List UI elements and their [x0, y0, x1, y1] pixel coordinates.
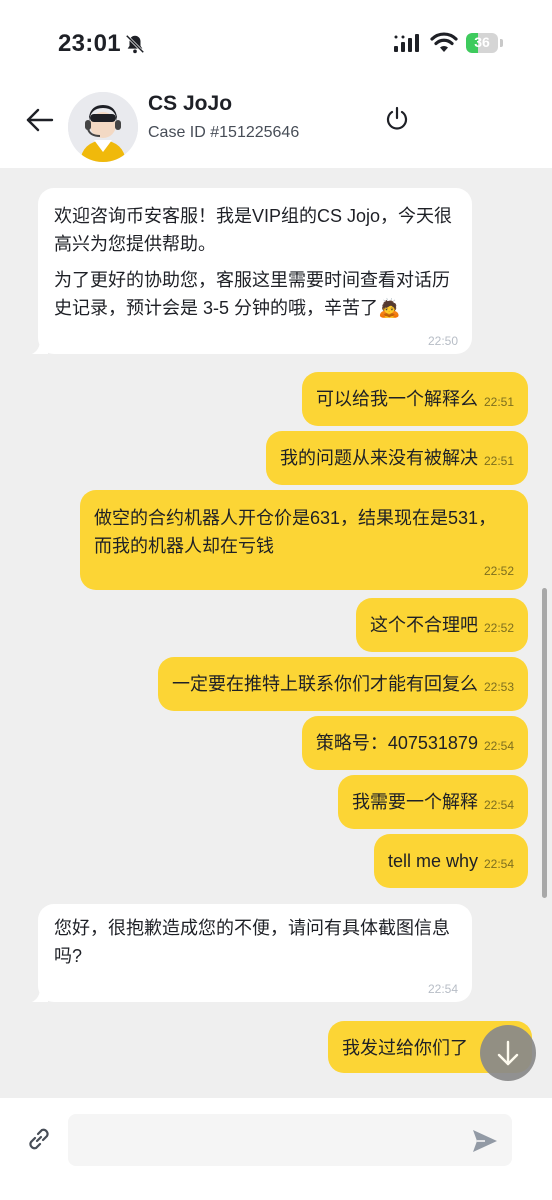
message-outgoing: 我需要一个解释 22:54 — [337, 775, 528, 829]
headset-agent-icon — [68, 92, 138, 162]
agent-name: CS JoJo — [148, 92, 233, 115]
bell-slash-icon — [125, 34, 145, 54]
message-time: 22:53 — [483, 680, 514, 694]
message-time: 22:54 — [427, 982, 458, 996]
message-text: 我发过给你们了 — [342, 1038, 468, 1058]
end-chat-button[interactable] — [380, 102, 414, 136]
message-text: 欢迎咨询币安客服！我是VIP组的CS Jojo，今天很高兴为您提供帮助。 — [54, 206, 453, 254]
chat-header: CS JoJo Case ID #151225646 — [0, 80, 552, 168]
message-time: 22:50 — [427, 334, 458, 348]
message-text: 我的问题从来没有被解决 — [279, 448, 478, 468]
chat-scrollbar[interactable] — [542, 588, 547, 898]
message-incoming: 欢迎咨询币安客服！我是VIP组的CS Jojo，今天很高兴为您提供帮助。 为了更… — [38, 188, 472, 354]
battery-level-text: 36 — [474, 34, 490, 50]
message-text: 我需要一个解释 — [351, 792, 478, 812]
message-time: 22:51 — [483, 454, 514, 468]
case-id: Case ID #151225646 — [148, 124, 300, 141]
message-outgoing: 可以给我一个解释么 22:51 — [301, 372, 528, 426]
send-icon — [473, 1130, 497, 1152]
wifi-icon — [430, 32, 458, 52]
message-text: 可以给我一个解释么 — [315, 389, 478, 409]
message-text: 做空的合约机器人开仓价是631，结果现在是531，而我的机器人却在亏钱 — [94, 508, 497, 556]
message-text: 为了更好的协助您，客服这里需要时间查看对话历史记录，预计会是 3-5 分钟的哦，… — [54, 270, 450, 318]
attach-button[interactable] — [22, 1122, 56, 1156]
agent-avatar — [68, 92, 138, 162]
message-text: 一定要在推特上联系你们才能有回复么 — [171, 674, 478, 694]
message-time: 22:52 — [483, 621, 514, 635]
message-input[interactable] — [68, 1114, 512, 1166]
message-outgoing: 我的问题从来没有被解决 22:51 — [265, 431, 528, 485]
arrow-down-icon — [497, 1040, 519, 1066]
message-text: 您好，很抱歉造成您的不便，请问有具体截图信息吗? — [54, 918, 450, 966]
link-icon — [29, 1128, 49, 1150]
message-time: 22:54 — [483, 857, 514, 871]
message-time: 22:54 — [483, 798, 514, 812]
message-outgoing: 策略号：407531879 22:54 — [301, 716, 528, 770]
status-bar: 23:01 36 — [0, 0, 552, 80]
message-outgoing: 一定要在推特上联系你们才能有回复么 22:53 — [157, 657, 528, 711]
scroll-to-bottom-button[interactable] — [480, 1025, 536, 1081]
bubble-tail — [32, 340, 48, 354]
battery-icon: 36 — [466, 33, 504, 55]
bubble-tail — [32, 988, 48, 1002]
message-time: 22:51 — [483, 395, 514, 409]
message-text: 这个不合理吧 — [369, 615, 478, 635]
message-composer — [0, 1098, 552, 1200]
chat-messages[interactable]: 欢迎咨询币安客服！我是VIP组的CS Jojo，今天很高兴为您提供帮助。 为了更… — [0, 168, 552, 1098]
battery-body: 36 — [466, 33, 498, 53]
back-button[interactable] — [20, 100, 60, 140]
message-time: 22:52 — [483, 564, 514, 578]
battery-tip — [500, 39, 503, 47]
send-button[interactable] — [468, 1124, 502, 1158]
message-time: 22:54 — [483, 739, 514, 753]
message-text: 策略号：407531879 — [315, 733, 478, 753]
message-outgoing: tell me why 22:54 — [373, 834, 528, 888]
status-time: 23:01 — [58, 30, 121, 57]
message-outgoing: 这个不合理吧 22:52 — [355, 598, 528, 652]
message-incoming: 您好，很抱歉造成您的不便，请问有具体截图信息吗? 22:54 — [38, 904, 472, 1002]
arrow-left-icon — [26, 108, 54, 132]
message-text: tell me why — [387, 851, 478, 871]
message-outgoing: 做空的合约机器人开仓价是631，结果现在是531，而我的机器人却在亏钱 22:5… — [80, 490, 528, 590]
signal-icon — [394, 34, 419, 52]
power-icon — [386, 106, 408, 130]
